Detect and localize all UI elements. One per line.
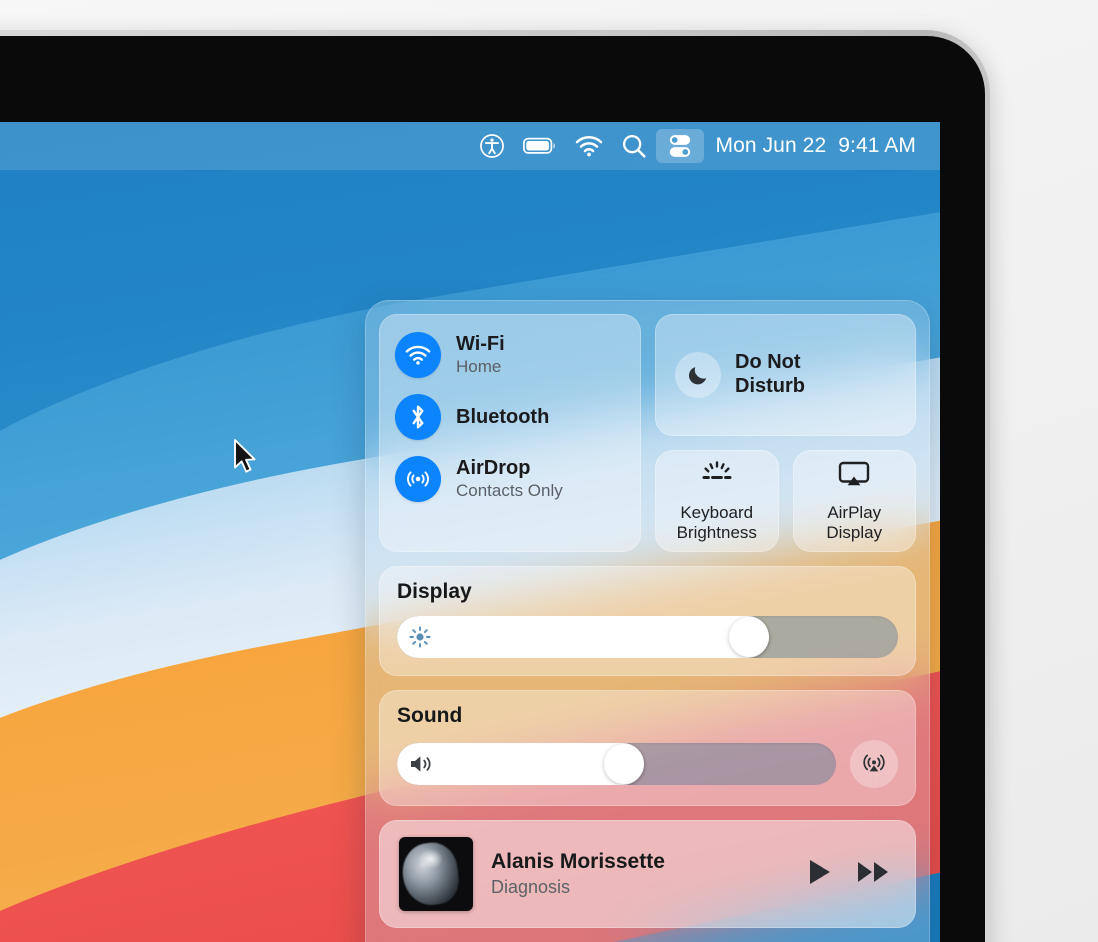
wifi-icon — [395, 332, 441, 378]
sound-title: Sound — [397, 704, 463, 728]
now-playing-artist: Alanis Morissette — [491, 850, 665, 874]
album-artwork[interactable] — [399, 837, 473, 912]
mouse-cursor — [233, 438, 259, 481]
menu-bar: Mon Jun 22 9:41 AM — [0, 122, 940, 170]
now-playing-module: Alanis Morissette Diagnosis — [379, 820, 916, 929]
airdrop-icon — [395, 456, 441, 502]
brightness-icon — [408, 625, 432, 649]
wifi-row[interactable]: Wi-Fi Home — [395, 332, 625, 378]
dnd-label-line1: Do Not — [735, 351, 801, 374]
airplay-audio-icon[interactable] — [850, 740, 898, 789]
do-not-disturb-tile[interactable]: Do Not Disturb — [655, 314, 916, 436]
airplay-display-label-line2: Display — [826, 522, 883, 542]
screen: Mon Jun 22 9:41 AM Wi-Fi Home Bluetooth … — [0, 122, 940, 942]
control-center-top-row: Wi-Fi Home Bluetooth AirDrop Contacts On… — [379, 314, 916, 553]
bluetooth-icon — [395, 394, 441, 440]
keyboard-brightness-label-line1: Keyboard — [680, 503, 754, 522]
wifi-icon[interactable] — [566, 129, 612, 163]
sound-volume-slider[interactable] — [397, 743, 836, 786]
dnd-label-line2: Disturb — [735, 375, 805, 397]
scene: Mon Jun 22 9:41 AM Wi-Fi Home Bluetooth … — [0, 0, 1098, 942]
keyboard-brightness-icon — [697, 460, 737, 495]
battery-icon[interactable] — [514, 129, 566, 163]
speaker-icon — [408, 753, 434, 775]
mini-tile-row: Keyboard Brightness AirPlay Display — [655, 450, 916, 553]
bluetooth-row[interactable]: Bluetooth — [395, 394, 625, 440]
keyboard-brightness-tile[interactable]: Keyboard Brightness — [655, 450, 779, 553]
sound-module: Sound — [379, 690, 916, 807]
airplay-display-label-line1: AirPlay — [827, 503, 882, 522]
display-module: Display — [379, 566, 916, 677]
keyboard-brightness-label-line2: Brightness — [676, 522, 757, 542]
accessibility-icon[interactable] — [470, 129, 514, 163]
wifi-label: Wi-Fi — [456, 333, 505, 356]
menubar-date[interactable]: Mon Jun 22 — [710, 134, 833, 158]
airdrop-label: AirDrop — [456, 457, 531, 480]
now-playing-song: Diagnosis — [491, 877, 571, 898]
connectivity-module: Wi-Fi Home Bluetooth AirDrop Contacts On… — [379, 314, 641, 553]
search-icon[interactable] — [612, 129, 656, 163]
wifi-network-name: Home — [456, 357, 502, 377]
control-center-icon[interactable] — [655, 129, 704, 163]
fast-forward-icon[interactable] — [856, 859, 892, 890]
airplay-display-icon — [835, 460, 873, 495]
menubar-time[interactable]: 9:41 AM — [832, 134, 922, 158]
bluetooth-label: Bluetooth — [456, 405, 550, 428]
right-tile-stack: Do Not Disturb Keyboard Brightness AirPl… — [655, 314, 916, 553]
airdrop-row[interactable]: AirDrop Contacts Only — [395, 456, 625, 502]
control-center-panel: Wi-Fi Home Bluetooth AirDrop Contacts On… — [365, 300, 930, 942]
airplay-display-tile[interactable]: AirPlay Display — [792, 450, 916, 553]
display-brightness-slider[interactable] — [397, 616, 898, 659]
display-title: Display — [397, 580, 472, 604]
moon-icon — [675, 352, 721, 398]
airdrop-visibility: Contacts Only — [456, 481, 563, 501]
play-icon[interactable] — [806, 857, 834, 892]
